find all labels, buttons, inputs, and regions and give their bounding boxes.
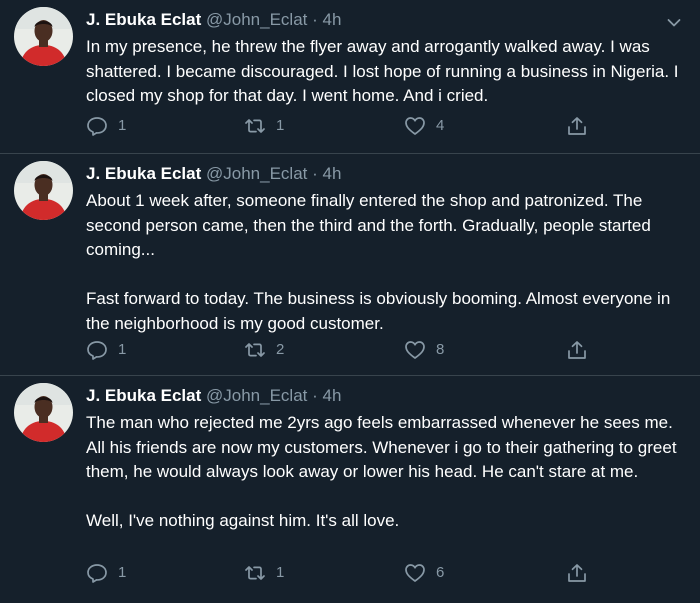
retweet-count: 2 <box>276 341 285 358</box>
tweet-header: J. Ebuka Eclat @John_Eclat · 4h <box>86 9 341 31</box>
tweet-actions: 1 2 8 <box>0 338 700 362</box>
reply-count: 1 <box>118 564 127 581</box>
display-name[interactable]: J. Ebuka Eclat <box>86 386 201 405</box>
heart-icon <box>405 117 425 135</box>
separator-dot: · <box>312 386 318 405</box>
separator-dot: · <box>312 164 318 183</box>
share-icon <box>568 564 586 582</box>
tweet-header: J. Ebuka Eclat @John_Eclat · 4h <box>86 385 341 407</box>
tweet-paragraph: The man who rejected me 2yrs ago feels e… <box>86 413 677 481</box>
avatar[interactable] <box>14 7 73 66</box>
handle[interactable]: @John_Eclat <box>206 386 307 405</box>
reply-count: 1 <box>118 341 127 358</box>
retweet-icon <box>245 566 265 580</box>
retweet-count: 1 <box>276 564 285 581</box>
tweet-paragraph: Fast forward to today. The business is o… <box>86 289 671 333</box>
timestamp[interactable]: 4h <box>323 164 342 183</box>
avatar[interactable] <box>14 383 73 442</box>
share-icon <box>568 117 586 135</box>
tweet-actions: 1 1 6 <box>0 561 700 585</box>
tweet-actions: 1 1 4 <box>0 114 700 138</box>
chevron-down-icon[interactable] <box>667 15 681 27</box>
reply-icon <box>87 117 107 136</box>
tweet-paragraph: About 1 week after, someone finally ente… <box>86 191 651 259</box>
handle[interactable]: @John_Eclat <box>206 164 307 183</box>
display-name[interactable]: J. Ebuka Eclat <box>86 164 201 183</box>
display-name[interactable]: J. Ebuka Eclat <box>86 10 201 29</box>
separator-dot: · <box>312 10 318 29</box>
tweet-text: The man who rejected me 2yrs ago feels e… <box>86 411 692 534</box>
tweet-header: J. Ebuka Eclat @John_Eclat · 4h <box>86 163 341 185</box>
reply-icon <box>87 341 107 360</box>
timestamp[interactable]: 4h <box>323 386 342 405</box>
heart-icon <box>405 564 425 582</box>
retweet-count: 1 <box>276 117 285 134</box>
avatar[interactable] <box>14 161 73 220</box>
tweet[interactable]: J. Ebuka Eclat @John_Eclat · 4h About 1 … <box>0 154 700 376</box>
retweet-icon <box>245 119 265 133</box>
share-icon <box>568 341 586 359</box>
like-count: 6 <box>436 564 445 581</box>
heart-icon <box>405 341 425 359</box>
tweet-text: About 1 week after, someone finally ente… <box>86 189 692 336</box>
tweet[interactable]: J. Ebuka Eclat @John_Eclat · 4h In my pr… <box>0 0 700 155</box>
tweet-paragraph: Well, I've nothing against him. It's all… <box>86 511 400 530</box>
tweet-paragraph: In my presence, he threw the flyer away … <box>86 37 679 105</box>
reply-icon <box>87 564 107 583</box>
like-count: 8 <box>436 341 445 358</box>
retweet-icon <box>245 343 265 357</box>
reply-count: 1 <box>118 117 127 134</box>
timestamp[interactable]: 4h <box>323 10 342 29</box>
tweet[interactable]: J. Ebuka Eclat @John_Eclat · 4h The man … <box>0 376 700 603</box>
like-count: 4 <box>436 117 445 134</box>
tweet-text: In my presence, he threw the flyer away … <box>86 35 692 109</box>
handle[interactable]: @John_Eclat <box>206 10 307 29</box>
